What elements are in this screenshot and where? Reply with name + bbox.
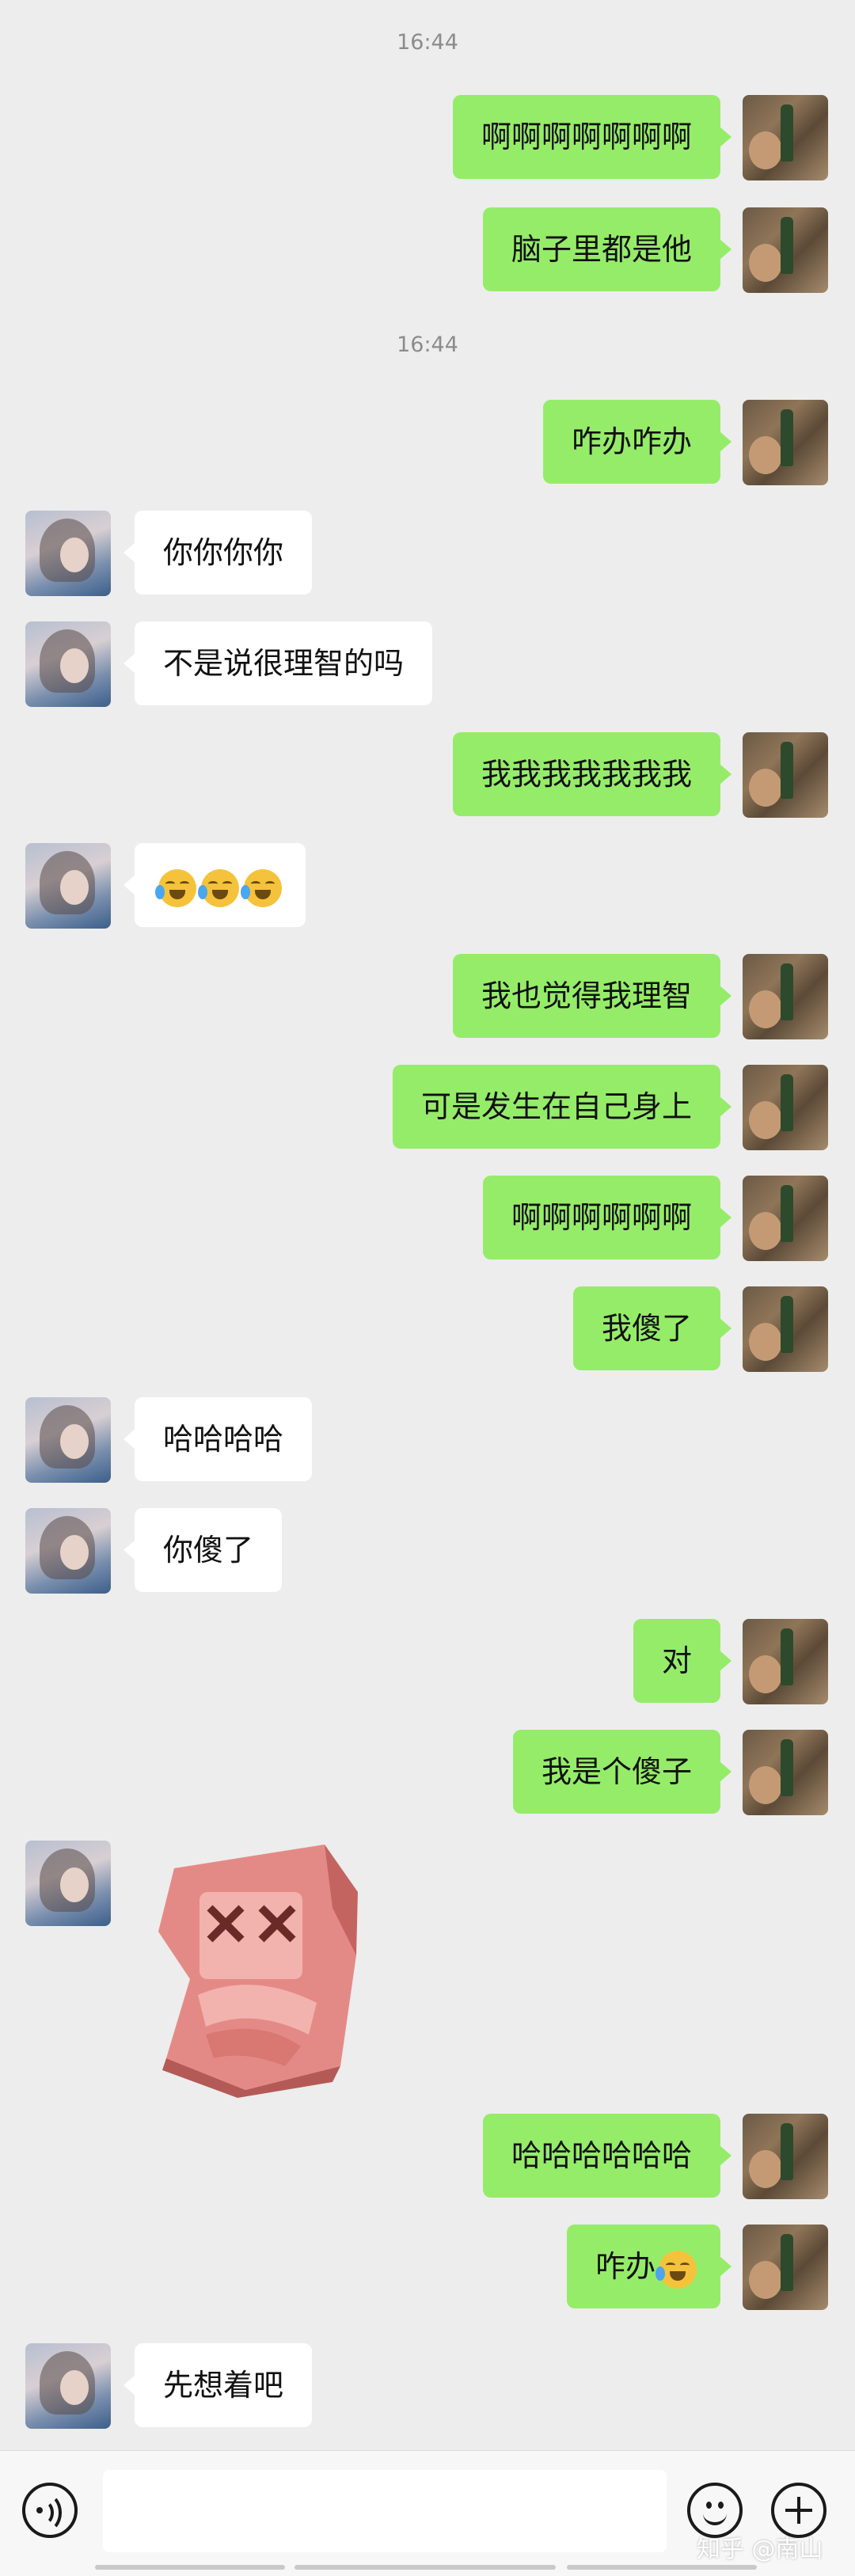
message-bubble-outgoing[interactable]: 我傻了 [572,1286,732,1370]
message-bubble-incoming[interactable]: 你傻了 [123,1508,283,1592]
shy-character-sticker[interactable] [150,1837,372,2098]
contact-avatar[interactable] [25,2343,111,2429]
message-bubble-outgoing[interactable]: 啊啊啊啊啊啊 [482,1176,732,1260]
contact-avatar[interactable] [25,621,111,707]
scroll-indicator [567,2565,757,2570]
my-avatar[interactable] [743,1176,828,1261]
message-bubble-outgoing[interactable]: 咋办咋办 [542,400,732,484]
message-bubble-incoming[interactable]: 先想着吧 [123,2343,313,2427]
joy-tears-emoji-icon [241,868,282,907]
message-bubble-outgoing[interactable]: 脑子里都是他 [482,207,732,291]
message-bubble-outgoing[interactable]: 我我我我我我我 [452,732,732,816]
contact-avatar[interactable] [25,843,111,929]
my-avatar[interactable] [743,732,828,818]
my-avatar[interactable] [743,2114,828,2199]
message-bubble-outgoing[interactable]: 咋办 [566,2225,732,2308]
my-avatar[interactable] [743,2225,828,2310]
scroll-indicator [95,2565,285,2570]
contact-avatar[interactable] [25,1841,111,1926]
joy-tears-emoji-icon [198,868,239,907]
timestamp: 16:44 [397,332,458,357]
contact-avatar[interactable] [25,511,111,596]
message-bubble-outgoing[interactable]: 哈哈哈哈哈哈 [482,2114,732,2198]
my-avatar[interactable] [743,400,828,485]
sticker-graphic [158,1845,358,2098]
scroll-indicator [294,2565,556,2570]
message-bubble-outgoing[interactable]: 可是发生在自己身上 [392,1065,732,1149]
message-bubble-outgoing[interactable]: 啊啊啊啊啊啊啊 [452,95,732,179]
contact-avatar[interactable] [25,1508,111,1594]
voice-icon[interactable] [22,2483,78,2538]
chat-area: 16:44 啊啊啊啊啊啊啊 脑子里都是他 16:44 咋办咋办 你你你你 不是说… [0,0,855,2450]
my-avatar[interactable] [743,1619,828,1704]
message-input[interactable] [103,2470,667,2552]
message-bubble-incoming[interactable]: 不是说很理智的吗 [123,621,433,705]
message-bubble-incoming[interactable] [124,843,306,927]
watermark: 知乎 @南山 [697,2536,823,2563]
message-bubble-outgoing[interactable]: 我是个傻子 [512,1730,732,1814]
my-avatar[interactable] [743,1286,828,1372]
timestamp: 16:44 [397,30,458,55]
message-bubble-incoming[interactable]: 哈哈哈哈 [123,1397,313,1481]
my-avatar[interactable] [743,1730,828,1815]
my-avatar[interactable] [743,954,828,1039]
message-bubble-outgoing[interactable]: 我也觉得我理智 [452,954,732,1038]
message-bubble-incoming[interactable]: 你你你你 [123,511,313,595]
joy-tears-emoji-icon [155,868,196,907]
my-avatar[interactable] [743,1065,828,1150]
message-bubble-outgoing[interactable]: 对 [633,1619,732,1703]
joy-tears-emoji-icon [656,2250,697,2289]
message-text: 咋办 [595,2249,656,2284]
my-avatar[interactable] [743,95,828,180]
my-avatar[interactable] [743,207,828,293]
contact-avatar[interactable] [25,1397,111,1483]
